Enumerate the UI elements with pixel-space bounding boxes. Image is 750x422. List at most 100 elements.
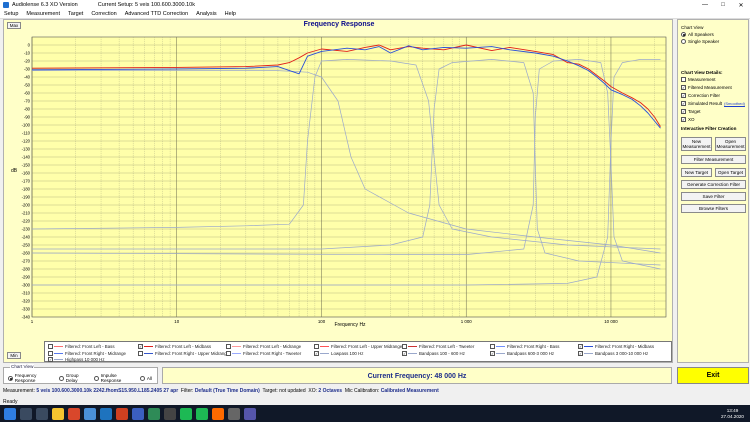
legend-checkbox[interactable]: [402, 344, 407, 349]
detail-label: XO: [688, 116, 695, 122]
filter-measurement-button[interactable]: Filter Measurement: [681, 155, 746, 164]
legend-swatch: [320, 346, 329, 347]
new-target-button[interactable]: New Target: [681, 168, 712, 177]
app-icon-purple[interactable]: [244, 407, 256, 420]
menu-setup[interactable]: Setup: [4, 11, 18, 17]
view-mode-label: Impulse Response: [100, 373, 122, 383]
view-mode-radio[interactable]: [59, 375, 64, 381]
word-icon[interactable]: [100, 407, 112, 420]
taskbar-clock[interactable]: 13:49 27.04.2020: [721, 408, 744, 419]
view-mode-radio[interactable]: [8, 375, 13, 381]
legend-item[interactable]: ✓ Highpass 10 000 Hz: [48, 356, 105, 363]
legend-checkbox[interactable]: [314, 344, 319, 349]
audiolense-icon[interactable]: [132, 407, 144, 420]
app-icon-grey[interactable]: [228, 407, 240, 420]
radio-indicator[interactable]: [681, 39, 686, 44]
x-tick-label: 1: [31, 319, 34, 324]
new-measurement-button[interactable]: New Measurement: [681, 137, 712, 151]
view-mode-option[interactable]: Frequency Response: [8, 373, 54, 383]
view-mode-radio[interactable]: [139, 375, 145, 381]
legend-item[interactable]: ✓ Bandpass 3 000-10 000 Hz: [578, 350, 648, 357]
y-tick-label: -70: [24, 99, 31, 104]
maximize-button[interactable]: □: [714, 2, 732, 9]
legend-checkbox[interactable]: [48, 350, 53, 356]
legend-checkbox[interactable]: [226, 344, 231, 349]
setup-title: Current Setup: 5 veis 100.600.3000.10k: [97, 2, 195, 8]
detail-checkbox[interactable]: ✓: [681, 108, 686, 114]
radio-all-speakers[interactable]: All Speakers: [681, 32, 719, 37]
generate-correction-filter-button[interactable]: Generate Correction Filter: [681, 180, 746, 189]
browse-filters-button[interactable]: Browse Filters: [681, 204, 746, 213]
radio-single-speaker[interactable]: Single Speaker: [681, 39, 719, 44]
detail-checkbox-row[interactable]: ✓ XO: [681, 115, 745, 123]
legend-checkbox[interactable]: ✓: [490, 350, 495, 356]
legend-checkbox[interactable]: ✓: [314, 350, 319, 356]
close-button[interactable]: ✕: [732, 2, 750, 9]
radio-indicator[interactable]: [681, 32, 686, 37]
smoothed-link[interactable]: (Smoothed): [724, 101, 745, 106]
legend-label: Filtered: Front Right - Upper Midrange: [155, 350, 230, 356]
frequency-response-plot[interactable]: 0 -10 -20 -30 -40 -50 -60 -70 -80 -90 -100 -110 -120…: [4, 20, 674, 340]
search-icon[interactable]: [20, 407, 32, 420]
legend-label: Highpass 10 000 Hz: [65, 357, 105, 362]
legend-checkbox[interactable]: ✓: [402, 350, 407, 356]
view-mode-option[interactable]: Group Delay: [59, 373, 89, 383]
menu-measurement[interactable]: Measurement: [26, 11, 60, 17]
app-icon-orange[interactable]: [212, 407, 224, 420]
minimize-button[interactable]: —: [696, 2, 714, 9]
menu-help[interactable]: Help: [225, 11, 236, 17]
legend-item[interactable]: ✓ Lowpass 100 Hz: [314, 350, 363, 357]
office-icon[interactable]: [68, 407, 80, 420]
legend-swatch: [408, 346, 417, 347]
legend-item[interactable]: Filtered: Front Right - Tweeter: [226, 350, 301, 357]
detail-checkbox[interactable]: [681, 76, 686, 82]
detail-checkbox[interactable]: ✓: [681, 84, 686, 90]
windows-start-icon[interactable]: [4, 407, 16, 420]
detail-checkbox-row[interactable]: ✓ Target: [681, 107, 745, 115]
min-button[interactable]: Min: [7, 352, 21, 359]
legend-item[interactable]: ✓ Bandpass 600-3 000 Hz: [490, 350, 554, 357]
task-view-icon[interactable]: [36, 407, 48, 420]
legend-checkbox[interactable]: [226, 350, 231, 356]
y-tick-label: -20: [24, 59, 31, 64]
chrome-icon[interactable]: [84, 407, 96, 420]
legend-checkbox[interactable]: [490, 344, 495, 349]
open-measurement-button[interactable]: Open Measurement: [715, 137, 746, 151]
legend-checkbox[interactable]: [138, 350, 143, 356]
view-mode-radio[interactable]: [93, 375, 99, 381]
y-tick-label: -100: [22, 123, 31, 128]
open-target-button[interactable]: Open Target: [715, 168, 746, 177]
detail-checkbox-row[interactable]: ✓ Filtered Measurement: [681, 83, 745, 91]
legend-checkbox[interactable]: [48, 344, 53, 349]
legend-item[interactable]: ✓ Bandpass 100 - 600 Hz: [402, 350, 465, 357]
view-mode-option[interactable]: Impulse Response: [93, 373, 135, 383]
legend-checkbox[interactable]: ✓: [578, 344, 583, 349]
legend-checkbox[interactable]: ✓: [48, 357, 53, 362]
powerpoint-icon[interactable]: [116, 407, 128, 420]
settings-icon[interactable]: [164, 407, 176, 420]
detail-checkbox-row[interactable]: Measurement: [681, 75, 745, 83]
legend-checkbox[interactable]: ✓: [578, 350, 583, 356]
menu-analysis[interactable]: Analysis: [196, 11, 216, 17]
legend-item[interactable]: Filtered: Front Right - Upper Midrange: [138, 350, 229, 357]
menu-correction[interactable]: Correction: [91, 11, 116, 17]
detail-checkbox[interactable]: ✓: [681, 100, 686, 106]
spotify-icon[interactable]: [180, 407, 192, 420]
measurement-value: 5 veis 100.600.3000.10k 2242.fhomS15.950…: [36, 388, 179, 394]
detail-checkbox-row[interactable]: ✓ Correction Filter: [681, 91, 745, 99]
menu-advanced-ttd[interactable]: Advanced TTD Correction: [125, 11, 188, 17]
y-tick-label: -230: [22, 227, 31, 232]
save-filter-button[interactable]: Save Filter: [681, 192, 746, 201]
file-explorer-icon[interactable]: [52, 407, 64, 420]
detail-checkbox[interactable]: ✓: [681, 92, 686, 98]
detail-checkbox-row[interactable]: ✓ Simulated Result (Smoothed): [681, 99, 745, 107]
exit-button[interactable]: Exit: [677, 367, 749, 384]
legend-checkbox[interactable]: ✓: [138, 344, 143, 349]
target-label: Target:: [262, 388, 278, 394]
excel-icon[interactable]: [148, 407, 160, 420]
legend-label: Bandpass 100 - 600 Hz: [419, 350, 465, 356]
spotify-icon-2[interactable]: [196, 407, 208, 420]
detail-checkbox[interactable]: ✓: [681, 116, 686, 122]
view-mode-option[interactable]: All: [139, 373, 152, 383]
menu-target[interactable]: Target: [68, 11, 83, 17]
